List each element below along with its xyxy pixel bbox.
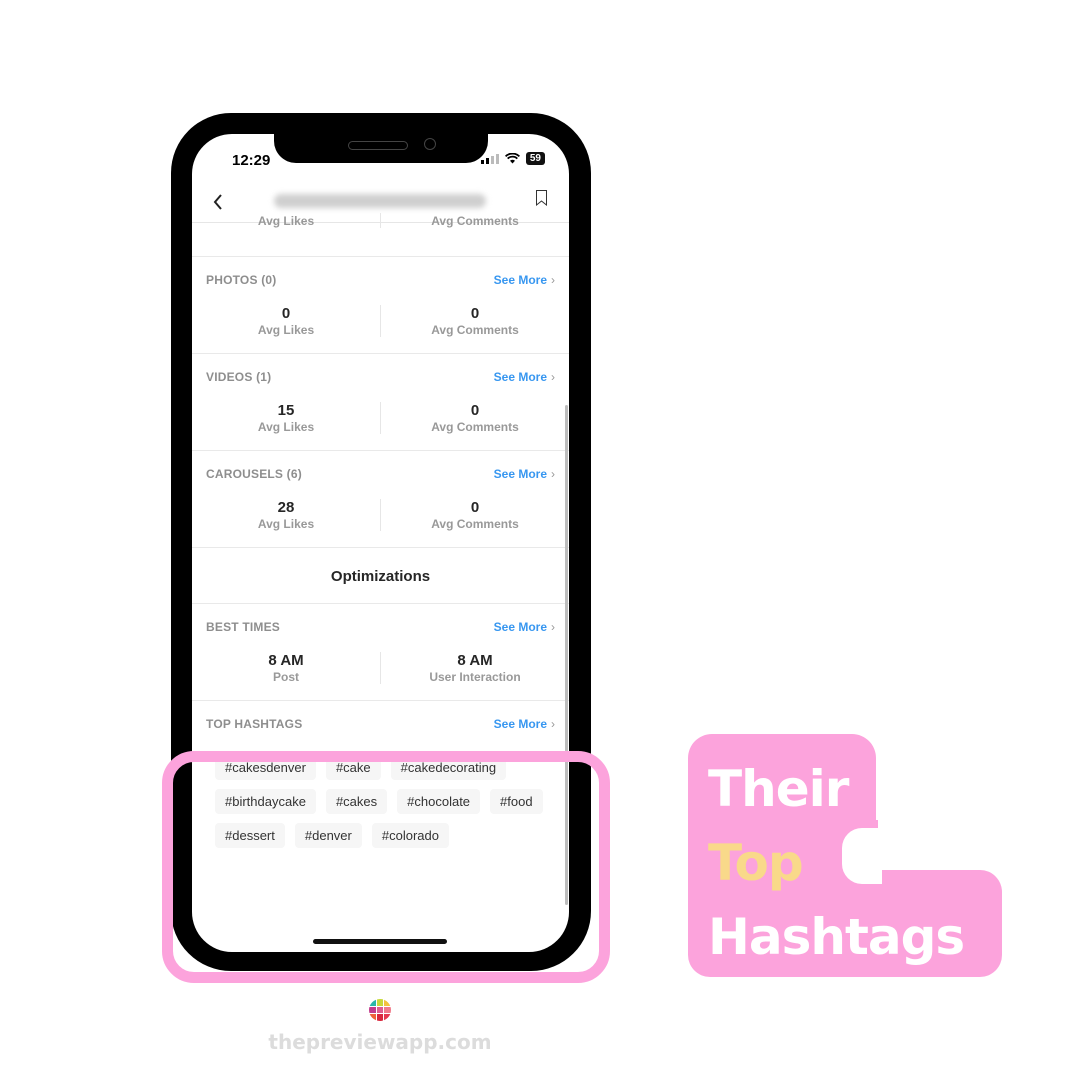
section-title: BEST TIMES <box>206 620 281 634</box>
chevron-left-icon[interactable] <box>212 192 224 212</box>
preview-app-logo-icon <box>369 999 391 1021</box>
section-title: PHOTOS (0) <box>206 273 277 287</box>
account-username-blurred <box>274 194 486 208</box>
badge-title: Their Top Hashtags <box>708 760 965 966</box>
site-watermark: thepreviewapp.com <box>268 1030 492 1054</box>
section-title: CAROUSELS (6) <box>206 467 302 481</box>
videos-section: VIDEOS (1) See More › 15 Avg Likes 0 Avg Com… <box>192 354 569 451</box>
stat-label: Avg Likes <box>257 420 315 434</box>
stat-value: 8 AM <box>268 652 304 669</box>
stat-value: 0 <box>470 499 480 516</box>
chevron-right-icon: › <box>551 620 555 634</box>
stat-label: Avg Likes <box>257 323 315 337</box>
camera-icon <box>424 138 436 150</box>
see-more-link[interactable]: See More › <box>494 717 555 731</box>
stat-label: Avg Comments <box>431 420 519 434</box>
see-more-link[interactable]: See More › <box>494 620 555 634</box>
stat-label: Avg Likes <box>257 517 315 531</box>
stat-value: 28 <box>277 499 295 516</box>
optimizations-heading: Optimizations <box>192 548 569 604</box>
chevron-right-icon: › <box>551 370 555 384</box>
stat-value: 0 <box>470 402 480 419</box>
chevron-right-icon: › <box>551 717 555 731</box>
signal-icon <box>480 153 499 164</box>
stat-label: Avg Likes <box>257 214 315 228</box>
speaker-icon <box>348 141 408 150</box>
carousels-section: CAROUSELS (6) See More › 28 Avg Likes 0 Avg … <box>192 451 569 548</box>
bookmark-icon[interactable] <box>536 190 547 206</box>
wifi-icon <box>504 153 520 164</box>
stat-value: 15 <box>277 402 295 419</box>
overall-stats-partial: Avg Likes Avg Comments <box>192 213 569 257</box>
battery-indicator: 59 <box>525 152 545 165</box>
stat-label: Avg Comments <box>431 323 519 337</box>
chevron-right-icon: › <box>551 273 555 287</box>
stat-label: Avg Comments <box>431 214 519 228</box>
phone-notch <box>274 120 488 163</box>
status-time: 12:29 <box>232 152 271 169</box>
photos-section: PHOTOS (0) See More › 0 Avg Likes 0 Avg Comm… <box>192 257 569 354</box>
status-icons: 59 <box>480 152 545 165</box>
hashtags-highlight-frame <box>162 751 610 983</box>
section-title: TOP HASHTAGS <box>206 717 303 731</box>
stat-value: 0 <box>281 305 291 322</box>
stat-value: 8 AM <box>457 652 493 669</box>
stat-label: Avg Comments <box>431 517 519 531</box>
see-more-link[interactable]: See More › <box>494 467 555 481</box>
stat-label: User Interaction <box>429 670 521 684</box>
chevron-right-icon: › <box>551 467 555 481</box>
see-more-link[interactable]: See More › <box>494 370 555 384</box>
stat-value: 0 <box>470 305 480 322</box>
stat-label: Post <box>272 670 299 684</box>
see-more-link[interactable]: See More › <box>494 273 555 287</box>
best-times-section: BEST TIMES See More › 8 AM Post 8 AM User In… <box>192 604 569 701</box>
section-title: VIDEOS (1) <box>206 370 272 384</box>
